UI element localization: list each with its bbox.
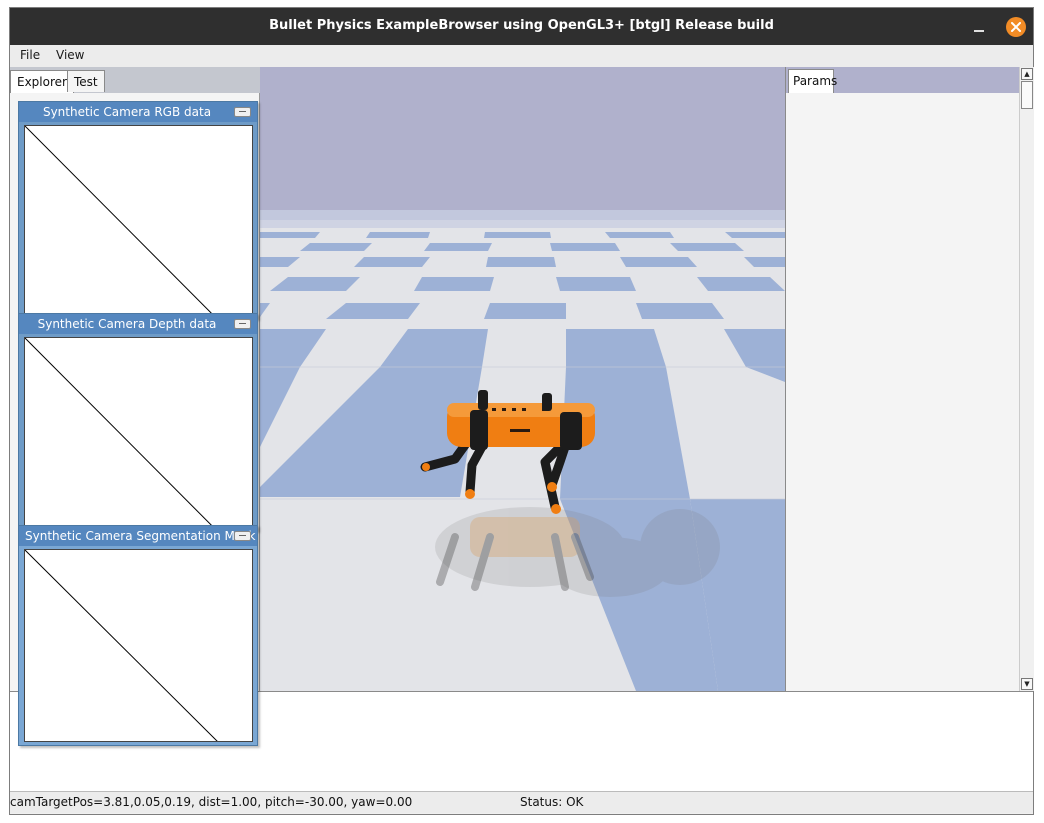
explorer-tabbar: Explorer Test bbox=[10, 67, 260, 94]
menu-bar: File View bbox=[10, 45, 1033, 67]
3d-viewport[interactable] bbox=[260, 67, 785, 691]
minimize-icon[interactable] bbox=[234, 319, 251, 329]
status-bar: camTargetPos=3.81,0.05,0.19, dist=1.00, … bbox=[10, 791, 1033, 813]
camera-rgb-title: Synthetic Camera RGB data bbox=[42, 105, 212, 119]
camera-status-text: camTargetPos=3.81,0.05,0.19, dist=1.00, … bbox=[10, 795, 413, 809]
camera-segmentation-title: Synthetic Camera Segmentation Mask bbox=[25, 529, 256, 543]
scroll-up-icon[interactable]: ▲ bbox=[1021, 68, 1033, 80]
camera-rgb-titlebar[interactable]: Synthetic Camera RGB data bbox=[19, 102, 257, 122]
camera-depth-window[interactable]: Synthetic Camera Depth data bbox=[18, 313, 258, 531]
status-ok-text: Status: OK bbox=[520, 795, 584, 809]
tab-test[interactable]: Test bbox=[67, 70, 105, 92]
minimize-icon[interactable] bbox=[234, 107, 251, 117]
camera-segmentation-titlebar[interactable]: Synthetic Camera Segmentation Mask bbox=[19, 526, 257, 546]
tab-params[interactable]: Params bbox=[788, 69, 837, 93]
menu-view[interactable]: View bbox=[56, 48, 84, 62]
params-panel: Params bbox=[785, 67, 1020, 691]
camera-depth-canvas bbox=[24, 337, 253, 527]
minimize-icon[interactable] bbox=[234, 531, 251, 541]
title-bar: Bullet Physics ExampleBrowser using Open… bbox=[10, 8, 1033, 45]
camera-rgb-canvas bbox=[24, 125, 253, 315]
window-title: Bullet Physics ExampleBrowser using Open… bbox=[269, 18, 774, 33]
camera-segmentation-canvas bbox=[24, 549, 253, 742]
params-scrollbar[interactable]: ▲ ▼ bbox=[1019, 67, 1034, 691]
scroll-thumb[interactable] bbox=[1021, 81, 1033, 109]
scroll-down-icon[interactable]: ▼ bbox=[1021, 678, 1033, 690]
close-icon[interactable] bbox=[1006, 17, 1026, 37]
scene-render bbox=[260, 67, 785, 691]
tab-explorer[interactable]: Explorer bbox=[10, 70, 74, 94]
params-tabbar: Params bbox=[786, 67, 1020, 93]
minimize-icon[interactable] bbox=[970, 17, 988, 35]
menu-file[interactable]: File bbox=[20, 48, 40, 62]
camera-depth-titlebar[interactable]: Synthetic Camera Depth data bbox=[19, 314, 257, 334]
camera-segmentation-window[interactable]: Synthetic Camera Segmentation Mask bbox=[18, 525, 258, 746]
camera-depth-title: Synthetic Camera Depth data bbox=[37, 317, 217, 331]
camera-rgb-window[interactable]: Synthetic Camera RGB data bbox=[18, 101, 258, 319]
